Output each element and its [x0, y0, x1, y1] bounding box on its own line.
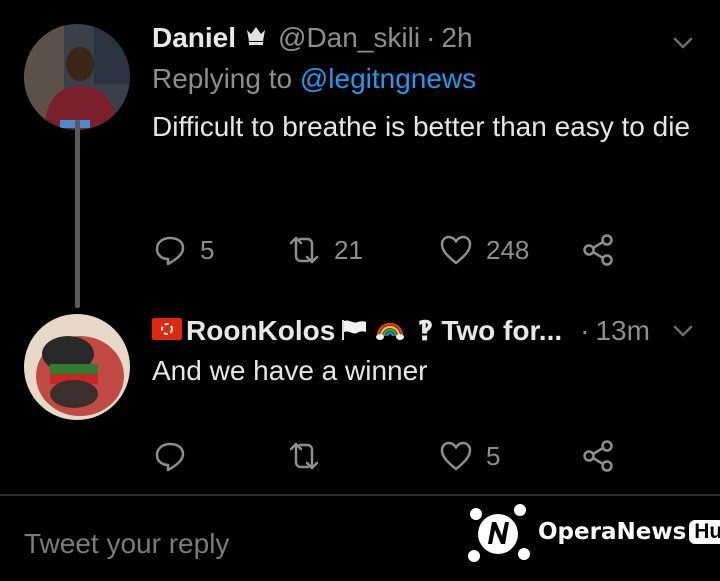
replying-to: Replying to @legitngnews — [152, 63, 476, 95]
operanews-logo-icon — [468, 504, 530, 562]
hong-kong-flag-icon — [152, 318, 182, 340]
chevron-down-icon[interactable] — [670, 30, 696, 56]
retweet-icon — [289, 236, 319, 264]
retweet-button[interactable]: 21 — [286, 232, 438, 268]
heart-icon — [440, 441, 472, 471]
reply-icon — [155, 236, 185, 266]
tweet-2[interactable]: RoonKolos ‽ Two for... · 13m And we have… — [0, 300, 720, 494]
separator-dot: · — [426, 22, 436, 53]
retweet-icon — [289, 442, 319, 470]
avatar[interactable] — [24, 24, 130, 130]
mention-link[interactable]: @legitngnews — [300, 63, 476, 94]
reply-icon — [155, 442, 185, 472]
username[interactable]: @Dan_skili — [278, 22, 420, 54]
replying-to-label: Replying to — [152, 63, 300, 94]
watermark-badge: Hub — [689, 520, 720, 544]
display-name-suffix[interactable]: ‽ Two for... — [417, 314, 562, 347]
share-icon — [583, 234, 613, 266]
reply-button[interactable] — [152, 438, 286, 474]
heart-icon — [440, 235, 472, 265]
timestamp[interactable]: 2h — [441, 22, 472, 54]
reply-count: 5 — [200, 234, 215, 265]
like-count: 5 — [486, 440, 501, 471]
tweet-actions: 5 — [152, 438, 616, 474]
crown-icon — [247, 27, 266, 45]
retweet-count: 21 — [334, 234, 363, 265]
like-button[interactable]: 5 — [438, 438, 580, 474]
white-flag-icon — [342, 320, 367, 340]
thread-line — [75, 120, 80, 308]
separator-dot: · — [580, 315, 590, 346]
display-name[interactable]: Daniel — [152, 22, 236, 54]
reply-input[interactable]: Tweet your reply — [24, 528, 229, 560]
watermark-text: OperaNews — [538, 519, 687, 545]
timestamp[interactable]: 13m — [595, 315, 649, 347]
retweet-button[interactable] — [286, 438, 438, 474]
tweet-header: Daniel @Dan_skili · 2h — [152, 22, 473, 54]
chevron-down-icon[interactable] — [670, 318, 696, 344]
watermark: OperaNewsHub — [466, 500, 720, 564]
avatar[interactable] — [24, 314, 130, 420]
tweet-header: RoonKolos ‽ Two for... · 13m — [152, 314, 650, 347]
tweet-text: And we have a winner — [152, 355, 428, 386]
reply-button[interactable]: 5 — [152, 232, 286, 268]
share-button[interactable] — [580, 438, 616, 474]
display-name[interactable]: RoonKolos — [186, 315, 335, 347]
like-count: 248 — [486, 234, 530, 265]
divider — [0, 494, 720, 496]
tweet-text: Difficult to breathe is better than easy… — [152, 111, 691, 142]
share-icon — [583, 440, 613, 472]
like-button[interactable]: 248 — [438, 232, 580, 268]
share-button[interactable] — [580, 232, 616, 268]
tweet-1[interactable]: Daniel @Dan_skili · 2h Replying to @legi… — [0, 0, 720, 308]
tweet-actions: 5 21 248 — [152, 232, 616, 268]
rainbow-icon — [376, 322, 405, 340]
